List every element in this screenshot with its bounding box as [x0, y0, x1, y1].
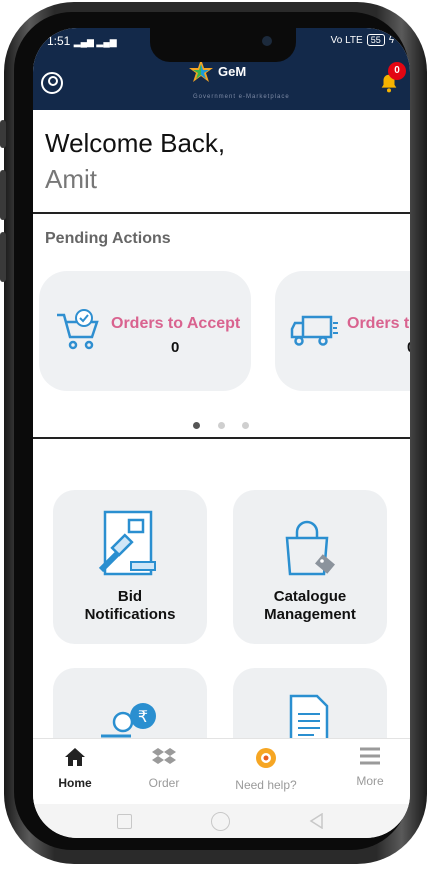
svg-text:₹: ₹ [138, 707, 148, 726]
tile-label-line1: Bid [117, 588, 143, 605]
notification-badge: 0 [388, 62, 406, 80]
card-label: Orders to Accept [111, 315, 241, 332]
back-icon[interactable] [309, 813, 323, 829]
charging-icon: ϟ [388, 34, 394, 46]
nav-more[interactable]: More [325, 747, 410, 788]
delivery-truck-icon [290, 315, 338, 346]
nav-label: Need help? [235, 778, 297, 792]
status-time: 1:51 ▂▄▆ ▂▄▆ [47, 34, 117, 48]
nav-order[interactable]: Order [119, 747, 209, 790]
divider [33, 212, 410, 214]
profile-icon[interactable] [41, 72, 63, 94]
card-label: Orders to [347, 315, 410, 332]
tile-label-line1: Catalogue [273, 588, 347, 605]
side-button [0, 232, 6, 282]
card-count: 0 [407, 339, 410, 356]
nav-home[interactable]: Home [33, 747, 120, 790]
system-navigation-bar [33, 804, 410, 838]
pagination-dot[interactable] [218, 422, 225, 429]
logo-text: GeM [218, 63, 247, 79]
logo-tagline: Government e-Marketplace [193, 94, 290, 100]
user-name: Amit [45, 164, 97, 194]
status-indicators: Vo LTE 55 ϟ [331, 34, 394, 46]
dropbox-icon [152, 748, 176, 764]
help-avatar-icon [256, 748, 276, 768]
side-button [0, 120, 6, 148]
cart-check-icon [57, 309, 99, 350]
nav-need-help[interactable]: Need help? [221, 747, 311, 792]
tile-bid-notifications[interactable]: Bid Notifications [53, 490, 207, 644]
tile-catalogue-management[interactable]: Catalogue Management [233, 490, 387, 644]
shopping-bag-tag-icon [285, 520, 335, 576]
welcome-greeting: Welcome Back, [45, 128, 226, 158]
card-count: 0 [171, 339, 180, 356]
pagination-dot-active[interactable] [193, 422, 200, 429]
nav-label: Order [148, 776, 180, 790]
bid-gavel-icon [98, 510, 156, 576]
rupee-payment-icon: ₹ [101, 703, 156, 738]
home-circle-icon[interactable] [211, 812, 230, 831]
battery-indicator: 55 [366, 34, 385, 46]
nav-label: Home [58, 776, 92, 790]
home-icon [65, 748, 85, 766]
tile-label-line2: Notifications [84, 606, 176, 623]
nav-label: More [356, 774, 384, 788]
pending-actions-title: Pending Actions [45, 230, 171, 247]
bottom-navigation: Home Order Need help? More [33, 738, 410, 804]
phone-screen: 1:51 ▂▄▆ ▂▄▆ Vo LTE 55 ϟ GeM Government … [33, 28, 410, 838]
divider [33, 437, 410, 439]
tile-label-line2: Management [264, 606, 356, 623]
camera-icon [262, 36, 272, 46]
recents-icon[interactable] [117, 814, 132, 829]
hamburger-icon [360, 747, 380, 765]
phone-notch [150, 28, 296, 62]
document-icon [289, 694, 329, 744]
side-button [0, 170, 6, 220]
network-label: Vo LTE [330, 34, 363, 46]
pagination-dot[interactable] [242, 422, 249, 429]
pending-card-orders-to-accept[interactable]: Orders to Accept 0 [39, 271, 251, 391]
pending-card-orders-to-ship[interactable]: Orders to 0 [275, 271, 410, 391]
